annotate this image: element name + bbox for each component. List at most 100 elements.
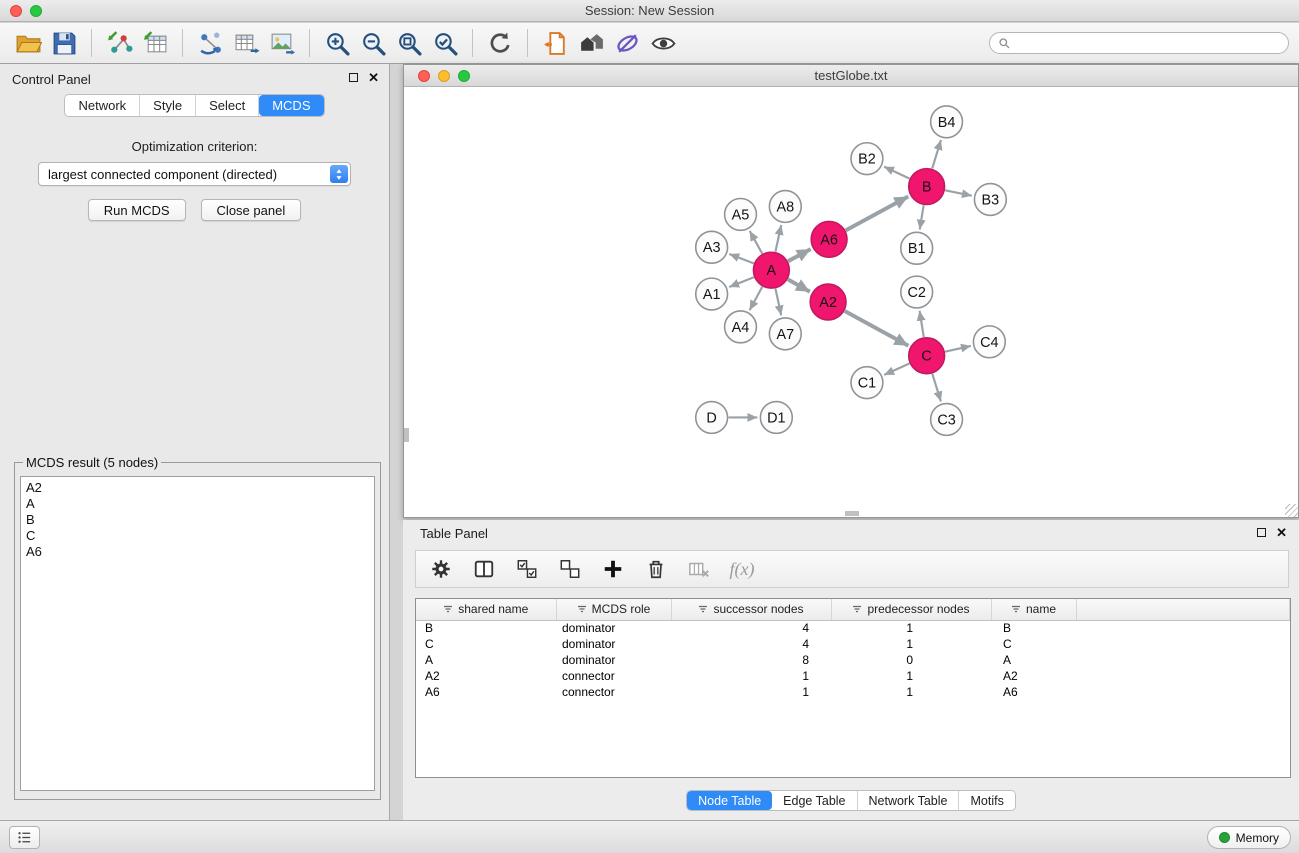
import-table-button[interactable] [137,26,173,60]
table-cell[interactable]: 1 [831,684,991,700]
table-cell[interactable]: 1 [671,684,831,700]
column-header-successor-nodes[interactable]: successor nodes [671,599,831,620]
table-row[interactable]: Bdominator41B [416,620,1290,636]
network-close-button[interactable] [418,70,430,82]
create-column-button[interactable] [600,556,626,582]
column-header-name[interactable]: name [991,599,1076,620]
export-network-button[interactable] [192,26,228,60]
table-cell[interactable]: 1 [831,636,991,652]
network-edge-C-C2[interactable] [920,311,924,337]
network-edge-C-C1[interactable] [884,364,909,375]
table-cell[interactable]: dominator [556,620,671,636]
zoom-fit-button[interactable] [391,26,427,60]
table-cell[interactable]: B [416,620,556,636]
network-node-C[interactable]: C [909,338,945,374]
table-cell[interactable]: A [416,652,556,668]
network-node-C3[interactable]: C3 [931,404,963,436]
splitter-vertical-grip[interactable] [404,428,409,442]
close-panel-icon[interactable]: ✕ [368,72,379,83]
tab-network-table[interactable]: Network Table [858,791,960,810]
open-button[interactable] [10,26,46,60]
zoom-window-button[interactable] [30,5,42,17]
network-edge-A-A6[interactable] [788,249,811,261]
tab-node-table[interactable]: Node Table [687,791,772,810]
table-cell[interactable]: A2 [416,668,556,684]
search-box[interactable] [989,32,1289,54]
tab-edge-table[interactable]: Edge Table [772,791,857,810]
network-node-B3[interactable]: B3 [974,184,1006,216]
network-node-B2[interactable]: B2 [851,143,883,175]
table-cell[interactable]: connector [556,684,671,700]
zoom-selected-button[interactable] [427,26,463,60]
network-zoom-button[interactable] [458,70,470,82]
refresh-button[interactable] [482,26,518,60]
delete-table-button[interactable] [686,556,712,582]
snapshot-button[interactable] [537,26,573,60]
splitter-horizontal-grip[interactable] [845,511,859,516]
show-columns-button[interactable] [471,556,497,582]
network-node-A7[interactable]: A7 [769,318,801,350]
network-edge-A-A8[interactable] [775,225,781,252]
column-header-shared-name[interactable]: shared name [416,599,556,620]
export-image-button[interactable] [264,26,300,60]
network-node-D1[interactable]: D1 [760,402,792,434]
table-cell[interactable]: 8 [671,652,831,668]
table-cell[interactable]: A [991,652,1076,668]
zoom-in-button[interactable] [319,26,355,60]
network-minimize-button[interactable] [438,70,450,82]
birds-eye-button[interactable] [573,26,609,60]
tab-network[interactable]: Network [65,95,140,116]
table-cell[interactable]: 0 [831,652,991,668]
search-input[interactable] [1017,36,1280,50]
table-cell[interactable]: A6 [416,684,556,700]
result-item[interactable]: A2 [26,480,369,496]
table-row[interactable]: Cdominator41C [416,636,1290,652]
float-panel-icon[interactable] [349,73,358,82]
network-node-B4[interactable]: B4 [931,106,963,138]
network-canvas[interactable]: AA6A2BCA5A8A3A1A4A7B2B4B3B1C2C4C1C3DD1 [404,88,1298,517]
result-item[interactable]: C [26,528,369,544]
result-item[interactable]: B [26,512,369,528]
close-panel-button[interactable]: Close panel [201,199,302,221]
zoom-out-button[interactable] [355,26,391,60]
network-edge-A-A5[interactable] [750,231,763,254]
result-item[interactable]: A [26,496,369,512]
window-resize-grip[interactable] [1285,504,1298,517]
network-node-A1[interactable]: A1 [696,278,728,310]
network-edge-A-A7[interactable] [775,289,781,316]
table-cell[interactable]: 4 [671,636,831,652]
network-edge-B-B1[interactable] [920,205,924,229]
network-edge-C-C3[interactable] [932,374,941,402]
show-panels-button[interactable] [9,826,40,849]
network-node-A5[interactable]: A5 [725,198,757,230]
table-cell[interactable]: connector [556,668,671,684]
tab-style[interactable]: Style [140,95,196,116]
table-cell[interactable]: C [416,636,556,652]
network-node-B1[interactable]: B1 [901,232,933,264]
memory-button[interactable]: Memory [1207,826,1291,849]
network-node-A3[interactable]: A3 [696,231,728,263]
export-table-button[interactable] [228,26,264,60]
network-node-A2[interactable]: A2 [810,284,846,320]
network-edge-B-B3[interactable] [945,190,972,195]
criterion-dropdown[interactable]: largest connected component (directed) [38,162,351,186]
table-row[interactable]: Adominator80A [416,652,1290,668]
table-cell[interactable]: B [991,620,1076,636]
tab-motifs[interactable]: Motifs [959,791,1014,810]
tab-select[interactable]: Select [196,95,259,116]
select-all-button[interactable] [514,556,540,582]
close-window-button[interactable] [10,5,22,17]
network-edge-A-A3[interactable] [729,254,753,263]
table-mode-button[interactable] [428,556,454,582]
network-edge-A2-C[interactable] [845,311,909,346]
show-hide-button[interactable] [645,26,681,60]
network-node-C1[interactable]: C1 [851,367,883,399]
network-node-C4[interactable]: C4 [973,326,1005,358]
network-node-A8[interactable]: A8 [769,191,801,223]
function-builder-button[interactable]: f(x) [729,556,755,582]
network-node-A6[interactable]: A6 [811,221,847,257]
table-cell[interactable]: 1 [831,620,991,636]
table-cell[interactable]: 4 [671,620,831,636]
table-cell[interactable]: dominator [556,652,671,668]
column-header-predecessor-nodes[interactable]: predecessor nodes [831,599,991,620]
